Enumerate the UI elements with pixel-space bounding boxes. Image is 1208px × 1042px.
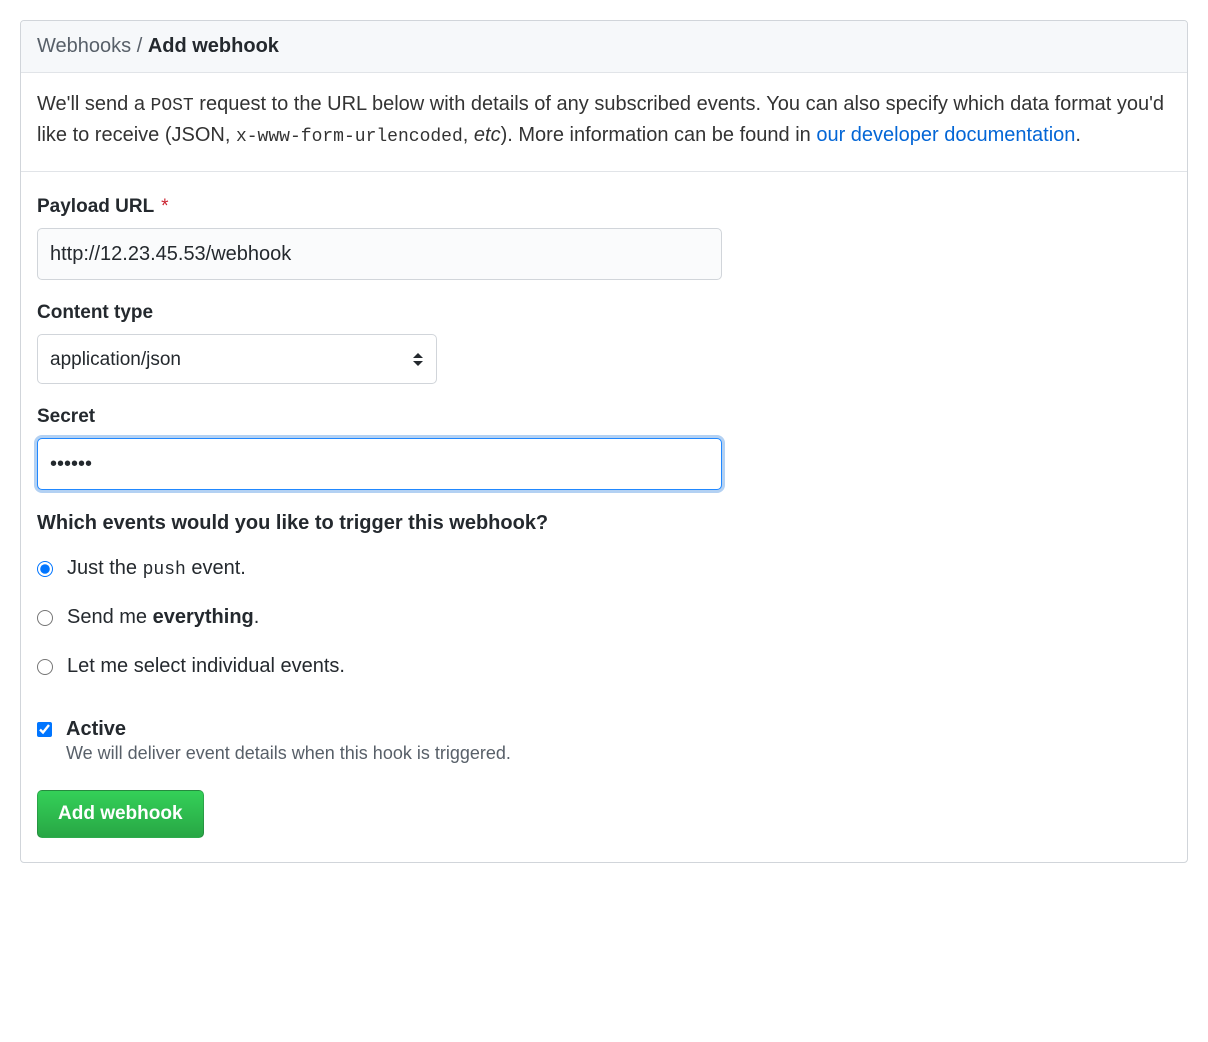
webhook-settings-panel: Webhooks / Add webhook We'll send a POST… [20,20,1188,863]
intro-text: We'll send a POST request to the URL bel… [21,73,1187,172]
breadcrumb-sep: / [131,35,148,57]
content-type-label: Content type [37,302,1171,324]
panel-header: Webhooks / Add webhook [21,21,1187,73]
secret-label: Secret [37,406,1171,428]
add-webhook-button[interactable]: Add webhook [37,790,204,838]
developer-docs-link[interactable]: our developer documentation [816,124,1075,146]
secret-input[interactable] [37,438,722,490]
required-marker: * [161,196,168,217]
post-code: POST [151,96,194,116]
payload-url-label: Payload URL * [37,196,1171,218]
urlencoded-code: x-www-form-urlencoded [236,127,463,147]
active-label: Active [66,718,511,741]
event-radio-everything[interactable] [37,610,53,626]
webhook-form: Payload URL * Content type application/j… [21,172,1187,862]
events-heading: Which events would you like to trigger t… [37,512,1171,535]
active-checkbox[interactable] [37,722,52,737]
active-description: We will deliver event details when this … [66,743,511,764]
payload-url-input[interactable] [37,228,722,280]
content-type-select[interactable]: application/json [37,334,437,384]
active-row: Active We will deliver event details whe… [37,718,1171,764]
event-radio-individual[interactable] [37,659,53,675]
event-option-individual[interactable]: Let me select individual events. [37,655,1171,678]
breadcrumb-parent: Webhooks [37,35,131,57]
event-option-push[interactable]: Just the push event. [37,557,1171,580]
event-option-everything[interactable]: Send me everything. [37,606,1171,629]
event-radio-push[interactable] [37,561,53,577]
breadcrumb-current: Add webhook [148,35,279,57]
